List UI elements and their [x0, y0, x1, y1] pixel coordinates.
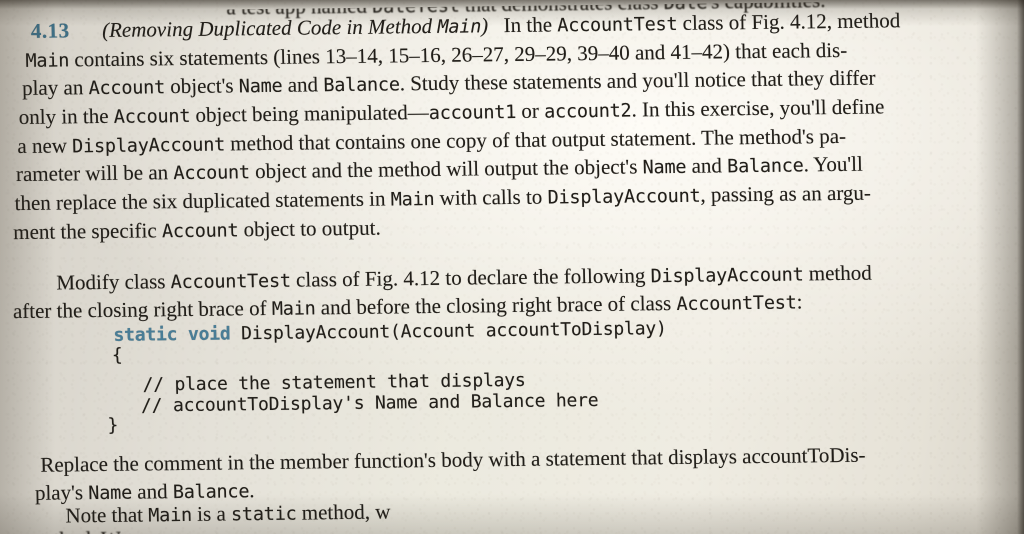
inline-code-term: DisplayAccount [650, 264, 804, 288]
page-text-content: a test app named DateTest that demonstra… [0, 0, 1024, 534]
inline-code-term: account1 [428, 101, 517, 125]
inline-code-term: Main [271, 298, 316, 320]
exercise-number: 4.13 [30, 18, 70, 43]
code-line-comment-2: // accountToDisplay's Name and Balance h… [140, 389, 599, 417]
code-line-open-brace: { [111, 344, 123, 366]
code-keywords: static void [113, 323, 231, 346]
inline-code-term: Balance [323, 74, 400, 97]
inline-code-term: account2 [543, 100, 632, 123]
inline-code-term: Name [88, 482, 133, 505]
inline-code-term: Main [148, 504, 193, 527]
paragraph-four-line-2-clipped: method. W [28, 527, 121, 534]
inline-code-term: Name [642, 156, 687, 179]
inline-code-term: Balance [172, 481, 250, 504]
inline-code-term: Main [390, 188, 435, 211]
inline-code-term: Main [25, 50, 70, 72]
inline-code-term: Main [437, 16, 482, 38]
exercise-body-line-7: then replace the six duplicated statemen… [14, 180, 872, 216]
paragraph-four-line-1: Note that Main is a static method, w [65, 499, 391, 528]
inline-code-term: DisplayAccount [71, 134, 226, 158]
code-line-close-brace: } [107, 414, 119, 436]
inline-code-term: Account [161, 220, 239, 243]
inline-code-term: Name [238, 75, 283, 98]
code-line-signature: static void DisplayAccount(Account accou… [113, 318, 667, 346]
exercise-body-line-8: ment the specific Account object to outp… [12, 215, 381, 245]
inline-code-term: Account [113, 105, 191, 128]
inline-code-term: Account [173, 162, 251, 185]
exercise-body-line-1: In the AccountTest class of Fig. 4.12, m… [503, 8, 901, 38]
textbook-page-photo: a test app named DateTest that demonstra… [0, 0, 1024, 534]
inline-code-term: DisplayAccount [547, 185, 701, 209]
inline-code-term: Balance [726, 155, 804, 178]
code-signature-rest: DisplayAccount(Account accountToDisplay) [230, 318, 667, 345]
inline-code-term: AccountTest [170, 270, 292, 294]
paragraph-three-line-1: Replace the comment in the member functi… [40, 442, 866, 477]
inline-code-term: static [230, 503, 297, 526]
inline-code-term: AccountTest [676, 292, 797, 315]
inline-code-term: Account [88, 77, 166, 100]
inline-code-term: AccountTest [557, 13, 678, 37]
exercise-title: (Removing Duplicated Code in Method Main… [101, 13, 489, 42]
